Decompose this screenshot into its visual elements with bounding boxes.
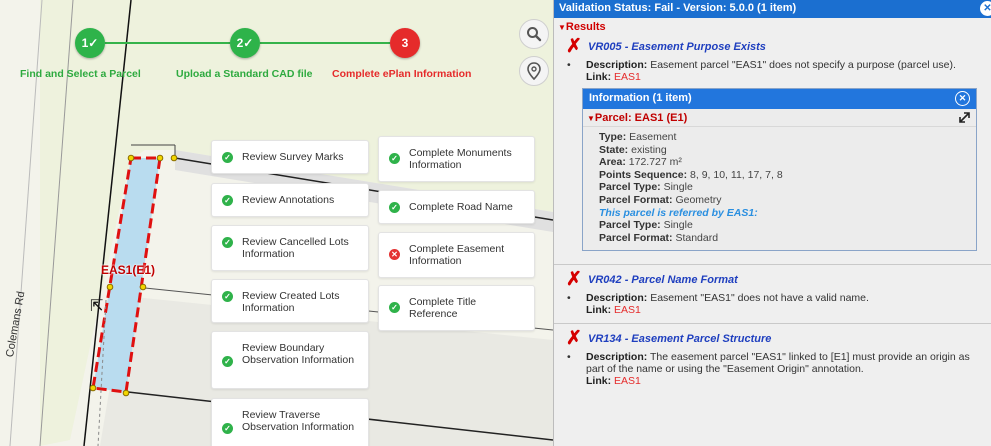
prop-row: Points Sequence: 8, 9, 10, 11, 17, 7, 8	[599, 168, 783, 181]
task-review-boundary-observation[interactable]: ✓ Review Boundary Observation Informatio…	[211, 331, 369, 389]
link-label: Link:	[586, 304, 612, 317]
description-label: Description:	[586, 351, 648, 364]
description-text: Easement parcel "EAS1" does not specify …	[650, 59, 956, 71]
check-icon: ✓	[389, 302, 400, 313]
prop-row: Type: Easement	[599, 131, 677, 143]
task-label: Review Annotations	[242, 194, 335, 206]
move-cursor-icon: ⇱	[90, 298, 104, 315]
info-box: Information (1 item) ✕ ▼Parcel: EAS1 (E1…	[582, 88, 977, 252]
map-canvas[interactable]: Colemans Rd EAS1(E1) ⇱ 1✓ 2✓ 3 Find and …	[0, 0, 553, 446]
validation-rule: ✗ VR005 - Easement Purpose Exists • Desc…	[554, 36, 991, 266]
fail-icon: ✗	[566, 36, 582, 57]
results-toggle[interactable]: ▼Results	[554, 18, 991, 36]
prop-row: Parcel Type: Single	[599, 181, 693, 194]
close-icon: ✕	[983, 3, 991, 14]
step-3-label[interactable]: Complete ePlan Information	[332, 68, 471, 80]
task-review-cancelled-lots[interactable]: ✓ Review Cancelled Lots Information	[211, 225, 369, 271]
rule-name[interactable]: VR134 - Easement Parcel Structure	[588, 333, 771, 345]
task-complete-monuments[interactable]: ✓ Complete Monuments Information	[378, 136, 535, 182]
task-complete-easement[interactable]: ✕ Complete Easement Information	[378, 232, 535, 278]
check-icon: ✓	[222, 152, 233, 163]
check-icon: ✓	[222, 423, 233, 434]
rule-description: • Description: The easement parcel "EAS1…	[567, 351, 981, 388]
task-label: Review Created Lots Information	[242, 290, 340, 314]
rule-description: • Description: Easement parcel "EAS1" do…	[567, 59, 981, 83]
parcel-title: Parcel: EAS1 (E1)	[594, 112, 688, 124]
task-label: Complete Title Reference	[409, 296, 477, 320]
rule-name[interactable]: VR042 - Parcel Name Format	[588, 274, 738, 286]
task-label: Review Survey Marks	[242, 151, 344, 163]
description-label: Description:	[586, 59, 648, 71]
task-review-annotations[interactable]: ✓ Review Annotations	[211, 183, 369, 217]
task-complete-title-reference[interactable]: ✓ Complete Title Reference	[378, 285, 535, 331]
task-complete-road-name[interactable]: ✓ Complete Road Name	[378, 190, 535, 224]
check-icon: ✓	[222, 195, 233, 206]
search-icon	[527, 27, 542, 42]
step-1-label[interactable]: Find and Select a Parcel	[20, 68, 141, 80]
parcel-toggle[interactable]: ▼Parcel: EAS1 (E1)	[583, 109, 976, 127]
link-label: Link:	[586, 71, 612, 83]
locate-button[interactable]	[519, 56, 549, 86]
bullet-icon: •	[567, 351, 571, 364]
description-label: Description:	[586, 292, 648, 305]
rule-link[interactable]: EAS1	[614, 375, 641, 387]
link-label: Link:	[586, 375, 612, 388]
task-review-survey-marks[interactable]: ✓ Review Survey Marks	[211, 140, 369, 174]
referred-by-label: This parcel is referred by EAS1:	[599, 206, 758, 219]
location-pin-icon	[527, 62, 541, 80]
info-header: Information (1 item) ✕	[583, 89, 976, 109]
close-info-button[interactable]: ✕	[955, 91, 970, 106]
prop-row: Parcel Type: Single	[599, 219, 693, 232]
task-label: Complete Easement Information	[409, 243, 505, 267]
step-1-circle[interactable]: 1✓	[75, 28, 105, 58]
progress-stepper: 1✓ 2✓ 3 Find and Select a Parcel Upload …	[20, 22, 485, 88]
prop-row: State: existing	[599, 143, 667, 156]
caret-down-icon: ▼	[587, 114, 595, 123]
parcel-label[interactable]: EAS1(E1)	[101, 263, 155, 277]
prop-row: Parcel Format: Geometry	[599, 193, 722, 206]
close-icon: ✕	[958, 93, 967, 103]
error-icon: ✕	[389, 249, 400, 260]
fail-icon: ✗	[566, 269, 582, 291]
check-icon: ✓	[389, 202, 400, 213]
caret-down-icon: ▼	[558, 23, 566, 32]
step-2-circle[interactable]: 2✓	[230, 28, 260, 58]
task-review-created-lots[interactable]: ✓ Review Created Lots Information	[211, 279, 369, 323]
check-icon: ✓	[389, 153, 400, 164]
check-icon: ✓	[222, 356, 233, 367]
info-title: Information (1 item)	[589, 92, 692, 104]
check-icon: ✓	[222, 291, 233, 302]
panel-title: Validation Status: Fail - Version: 5.0.0…	[559, 2, 797, 14]
task-label: Review Traverse Observation Information	[242, 409, 355, 433]
prop-row: Area: 172.727 m²	[599, 156, 682, 169]
rule-link[interactable]: EAS1	[614, 304, 641, 316]
task-label: Complete Road Name	[409, 201, 513, 213]
rule-link[interactable]: EAS1	[614, 71, 641, 83]
task-label: Review Boundary Observation Information	[242, 342, 355, 366]
step-3-circle[interactable]: 3	[390, 28, 420, 58]
parcel-properties: Type: Easement State: existing Area: 172…	[583, 127, 976, 250]
bullet-icon: •	[567, 292, 571, 305]
expand-icon[interactable]	[959, 112, 970, 123]
rule-description: • Description: Easement "EAS1" does not …	[567, 292, 981, 317]
validation-rule: ✗ VR042 - Parcel Name Format • Descripti…	[554, 265, 991, 325]
prop-row: Parcel Format: Standard	[599, 231, 719, 244]
step-connector	[105, 42, 230, 44]
task-label: Review Cancelled Lots Information	[242, 236, 349, 260]
validation-rule: ✗ VR134 - Easement Parcel Structure • De…	[554, 324, 991, 394]
search-button[interactable]	[519, 19, 549, 49]
step-2-label[interactable]: Upload a Standard CAD file	[176, 68, 313, 80]
bullet-icon: •	[567, 59, 571, 71]
step-connector	[260, 42, 390, 44]
task-review-traverse-observation[interactable]: ✓ Review Traverse Observation Informatio…	[211, 398, 369, 446]
description-text: Easement "EAS1" does not have a valid na…	[650, 292, 869, 305]
close-panel-button[interactable]: ✕	[980, 1, 991, 16]
validation-panel: Validation Status: Fail - Version: 5.0.0…	[553, 0, 991, 446]
results-label: Results	[565, 21, 606, 33]
panel-header: Validation Status: Fail - Version: 5.0.0…	[554, 0, 991, 18]
rule-name[interactable]: VR005 - Easement Purpose Exists	[588, 41, 766, 53]
task-label: Complete Monuments Information	[409, 147, 512, 171]
check-icon: ✓	[222, 237, 233, 248]
fail-icon: ✗	[566, 328, 582, 350]
